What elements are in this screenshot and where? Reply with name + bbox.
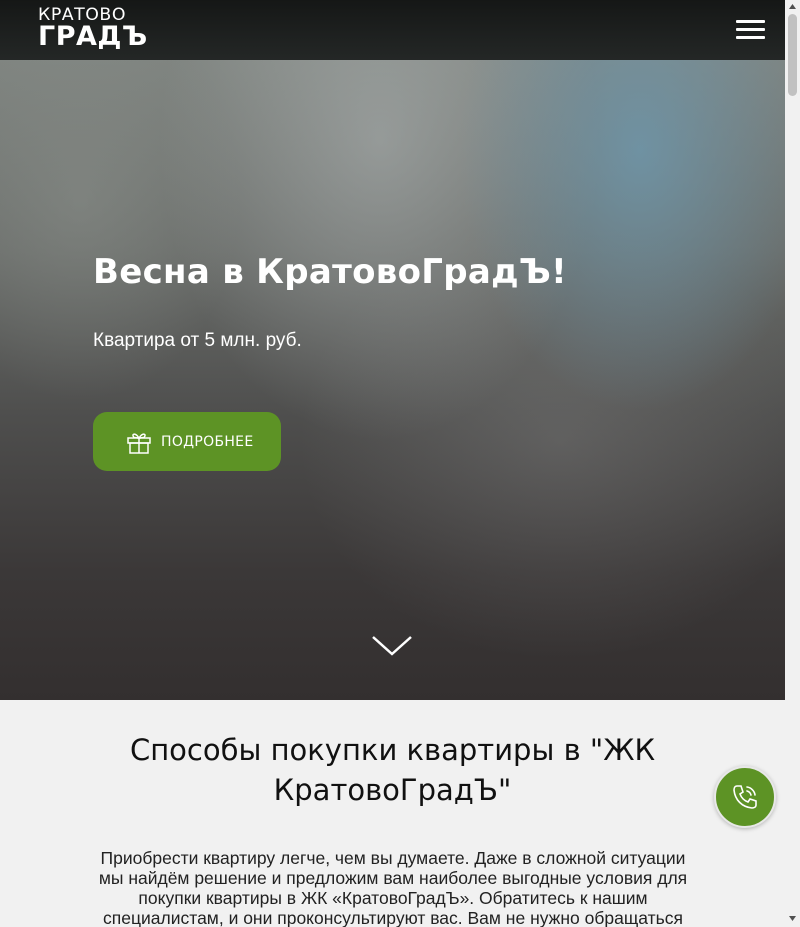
details-button[interactable]: ПОДРОБНЕЕ [93,412,281,471]
call-button[interactable] [714,766,776,828]
site-header: КРАТОВО ГРАДЪ [0,0,785,60]
section-title: Способы покупки квартиры в "ЖК КратовоГр… [100,730,685,810]
scroll-down-arrow-icon[interactable] [788,913,797,923]
hero-subtitle: Квартира от 5 млн. руб. [93,330,302,351]
purchase-methods-section: Способы покупки квартиры в "ЖК КратовоГр… [0,700,785,927]
logo-line-bottom: ГРАДЪ [38,21,148,52]
gift-icon [127,432,151,454]
phone-icon [733,785,757,809]
logo[interactable]: КРАТОВО ГРАДЪ [38,5,148,52]
section-title-line2: КратовоГрадЪ" [273,773,512,807]
hero-banner: Весна в КратовоГрадЪ! Квартира от 5 млн.… [0,60,785,700]
page: КРАТОВО ГРАДЪ Весна в КратовоГрадЪ! Квар… [0,0,785,927]
page-scrollbar[interactable] [785,0,800,927]
section-description: Приобрести квартиру легче, чем вы думает… [98,848,688,927]
details-button-label: ПОДРОБНЕЕ [161,433,254,450]
chevron-down-icon[interactable] [371,634,413,658]
section-title-line1: Способы покупки квартиры в "ЖК [129,733,656,767]
logo-line-top: КРАТОВО [38,5,126,25]
scroll-up-arrow-icon[interactable] [788,2,797,12]
scrollbar-thumb[interactable] [788,14,797,96]
hero-title: Весна в КратовоГрадЪ! [93,252,567,292]
hamburger-menu-icon[interactable] [736,19,766,41]
